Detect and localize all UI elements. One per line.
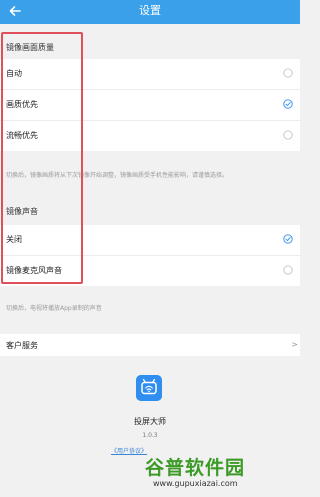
customer-service-label: 客户服务 [6,341,38,350]
mirror-quality-options: 自动 画质优先 流畅优先 [0,59,300,151]
watermark-logo: 谷普软件园 www.gupuxiazai.com [145,453,295,493]
watermark-url: www.gupuxiazai.com [153,479,238,488]
check-circle-icon[interactable] [283,99,293,109]
option-label: 镜像麦克风声音 [6,266,62,275]
mirror-audio-options: 关闭 镜像麦克风声音 [0,225,300,286]
page-title: 设置 [139,4,161,17]
check-circle-icon[interactable] [283,234,293,244]
option-label: 画质优先 [6,100,38,109]
app-version: 1.0.3 [142,432,158,439]
customer-service-row[interactable]: 客户服务 > [0,334,300,356]
watermark-text: 谷普软件园 [145,457,246,479]
radio-unchecked-icon[interactable] [283,265,293,275]
top-bar: 设置 [0,0,300,24]
mirror-audio-hint: 切换后，电视将播放App录制的声音 [6,305,102,312]
radio-unchecked-icon[interactable] [283,68,293,78]
option-label: 自动 [6,69,22,78]
option-smooth-first[interactable]: 流畅优先 [0,121,300,151]
option-auto[interactable]: 自动 [0,59,300,90]
app-name: 投屏大师 [134,417,166,426]
option-audio-off[interactable]: 关闭 [0,225,300,256]
user-agreement-link[interactable]: 《用户协议》 [111,446,147,455]
mirror-quality-heading: 镜像画面质量 [6,43,54,52]
option-label: 关闭 [6,235,22,244]
option-quality-first[interactable]: 画质优先 [0,90,300,121]
app-logo-icon [136,375,162,401]
radio-unchecked-icon[interactable] [283,130,293,140]
mirror-audio-heading: 镜像声音 [6,207,38,216]
mirror-quality-hint: 切换后，镜像画质将从下次镜像开始调整，镜像画质受手机性能影响，请谨慎选择。 [6,172,229,179]
chevron-right-icon: > [291,340,298,349]
option-label: 流畅优先 [6,131,38,140]
option-audio-mic[interactable]: 镜像麦克风声音 [0,256,300,286]
